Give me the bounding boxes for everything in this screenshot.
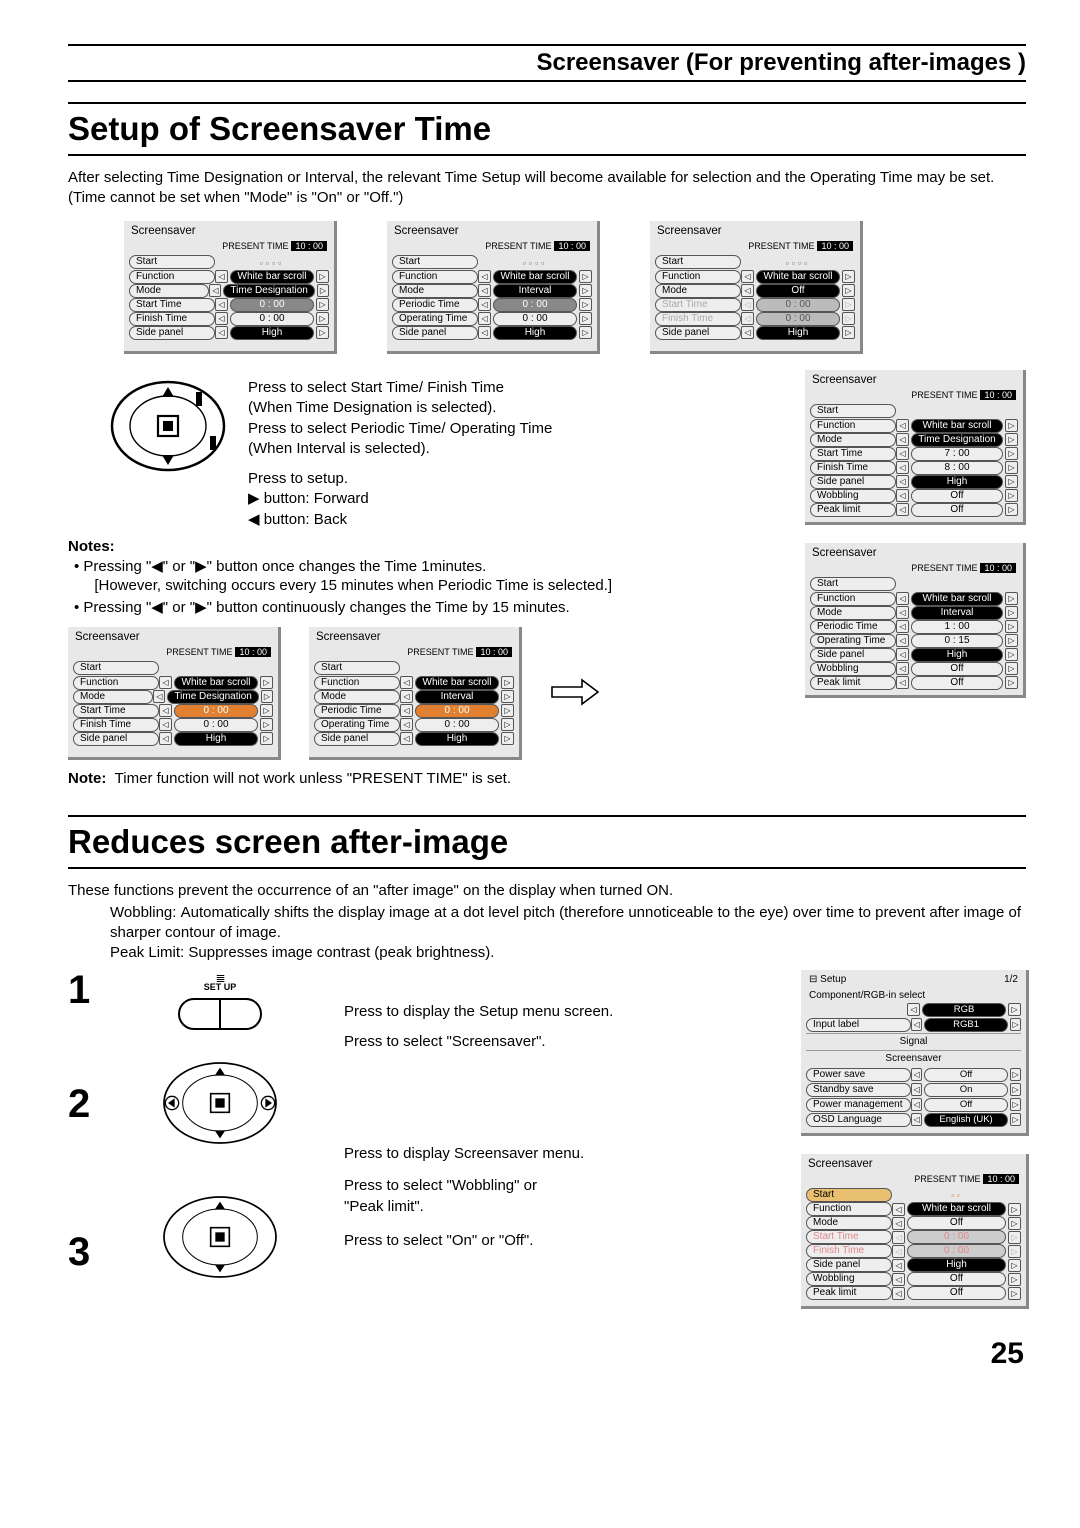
section2-heading: Reduces screen after-image [68, 823, 1026, 861]
screensaver-menu-interval: Screensaver PRESENT TIME10 : 00 Start▫▫▫… [387, 221, 600, 354]
page-number: 25 [68, 1337, 1026, 1371]
step-numbers: 1 2 3 [68, 970, 96, 1272]
peak-label: Peak Limit: [110, 944, 184, 961]
section1-heading: Setup of Screensaver Time [68, 110, 1026, 148]
controls-column: ≣ SET UP [110, 970, 330, 1302]
notes-heading: Notes: [68, 538, 791, 555]
dpad-instructions-row: Press to select Start Time/ Finish Time(… [68, 370, 1026, 797]
right-col-bottom: ⊟ Setup1/2 Component/RGB-in select ◁RGB▷… [801, 970, 1026, 1327]
flow-arrow-icon [550, 678, 600, 710]
dpad-icon-2 [130, 1038, 310, 1168]
section1-intro: After selecting Time Designation or Inte… [68, 168, 1026, 207]
menu-e-tall: Screensaver PRESENT TIME10 : 00 Start Fu… [805, 543, 1026, 698]
instruction-column: Press to display the Setup menu screen. … [344, 970, 787, 1268]
menu-h: Screensaver PRESENT TIME10 : 00 Start▫▫ … [801, 1154, 1029, 1309]
wobbling-label: Wobbling: [110, 904, 176, 921]
page-header: Screensaver (For preventing after-images… [68, 44, 1026, 82]
menu-g: Screensaver PRESENT TIME10 : 00 Start Fu… [309, 627, 522, 760]
bottom-note: Note: Timer function will not work unles… [68, 770, 791, 787]
screensaver-menu-off: Screensaver PRESENT TIME10 : 00 Start▫▫▫… [650, 221, 863, 354]
section-1-title: Setup of Screensaver Time [68, 102, 1026, 156]
oval-button-icon[interactable] [178, 998, 262, 1030]
dpad-icon [108, 378, 228, 474]
setup-menu: ⊟ Setup1/2 Component/RGB-in select ◁RGB▷… [801, 970, 1029, 1136]
notes-list: Pressing "◀" or "▶" button once changes … [68, 557, 791, 618]
header-title: Screensaver (For preventing after-images… [68, 49, 1026, 77]
menu-row-top: Screensaver PRESENT TIME10 : 00 Start▫▫▫… [68, 221, 1026, 354]
screensaver-menu-time-designation: Screensaver PRESENT TIME10 : 00 Start▫▫▫… [124, 221, 337, 354]
dpad-instructions: Press to select Start Time/ Finish Time(… [248, 378, 552, 530]
section-2-title: Reduces screen after-image [68, 815, 1026, 869]
section2-intro: These functions prevent the occurrence o… [68, 881, 1026, 901]
dpad-icon-3 [130, 1172, 310, 1302]
setup-button-icon: ≣ SET UP [110, 974, 330, 992]
menu-d-tall: Screensaver PRESENT TIME10 : 00 Start Fu… [805, 370, 1026, 525]
right-menu-stack: Screensaver PRESENT TIME10 : 00 Start Fu… [805, 370, 1026, 716]
menu-f: Screensaver PRESENT TIME10 : 00 Start Fu… [68, 627, 281, 760]
